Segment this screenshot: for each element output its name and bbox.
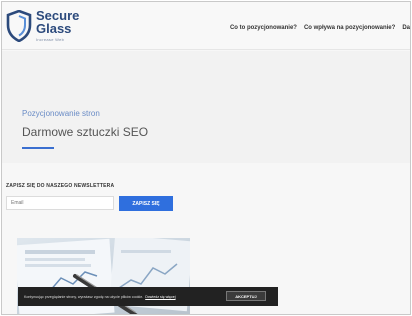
site-logo[interactable]: Secure Glass Increase Web bbox=[6, 9, 79, 44]
logo-tagline: Increase Web bbox=[36, 37, 65, 42]
browser-viewport: Secure Glass Increase Web Co to pozycjon… bbox=[1, 1, 411, 315]
logo-line-2: Glass bbox=[36, 21, 72, 36]
cookie-learn-more-link[interactable]: Dowiedz się więcej bbox=[145, 295, 175, 299]
title-underline bbox=[22, 147, 54, 149]
nav-item-co-to-pozycjonowanie[interactable]: Co to pozycjonowanie? bbox=[230, 24, 297, 32]
cookie-consent-bar: Kontynuując przeglądanie strony, wyrażas… bbox=[18, 287, 278, 306]
site-header: Secure Glass Increase Web Co to pozycjon… bbox=[2, 2, 410, 50]
main-nav: Co to pozycjonowanie? Co wpływa na pozyc… bbox=[230, 24, 410, 32]
nav-item-co-wplywa-na-pozycjonowanie[interactable]: Co wpływa na pozycjonowanie? bbox=[304, 24, 395, 32]
logo-wordmark: Secure Glass Increase Web bbox=[36, 9, 79, 42]
subscribe-button[interactable]: ZAPISZ SIĘ bbox=[119, 196, 173, 211]
cookie-message: Kontynuując przeglądanie strony, wyrażas… bbox=[24, 294, 144, 299]
nav-item-truncated[interactable]: Da bbox=[402, 24, 410, 32]
newsletter-section: ZAPISZ SIĘ DO NASZEGO NEWSLETTERA ZAPISZ… bbox=[2, 163, 410, 223]
newsletter-heading: ZAPISZ SIĘ DO NASZEGO NEWSLETTERA bbox=[6, 183, 115, 189]
email-field[interactable] bbox=[6, 196, 114, 210]
cookie-accept-button[interactable]: AKCEPTUJ bbox=[226, 291, 266, 301]
hero-kicker: Pozycjonowanie stron bbox=[22, 109, 100, 118]
shield-icon bbox=[6, 10, 32, 42]
page-title: Darmowe sztuczki SEO bbox=[22, 125, 149, 139]
hero-section: Pozycjonowanie stron Darmowe sztuczki SE… bbox=[2, 51, 410, 163]
